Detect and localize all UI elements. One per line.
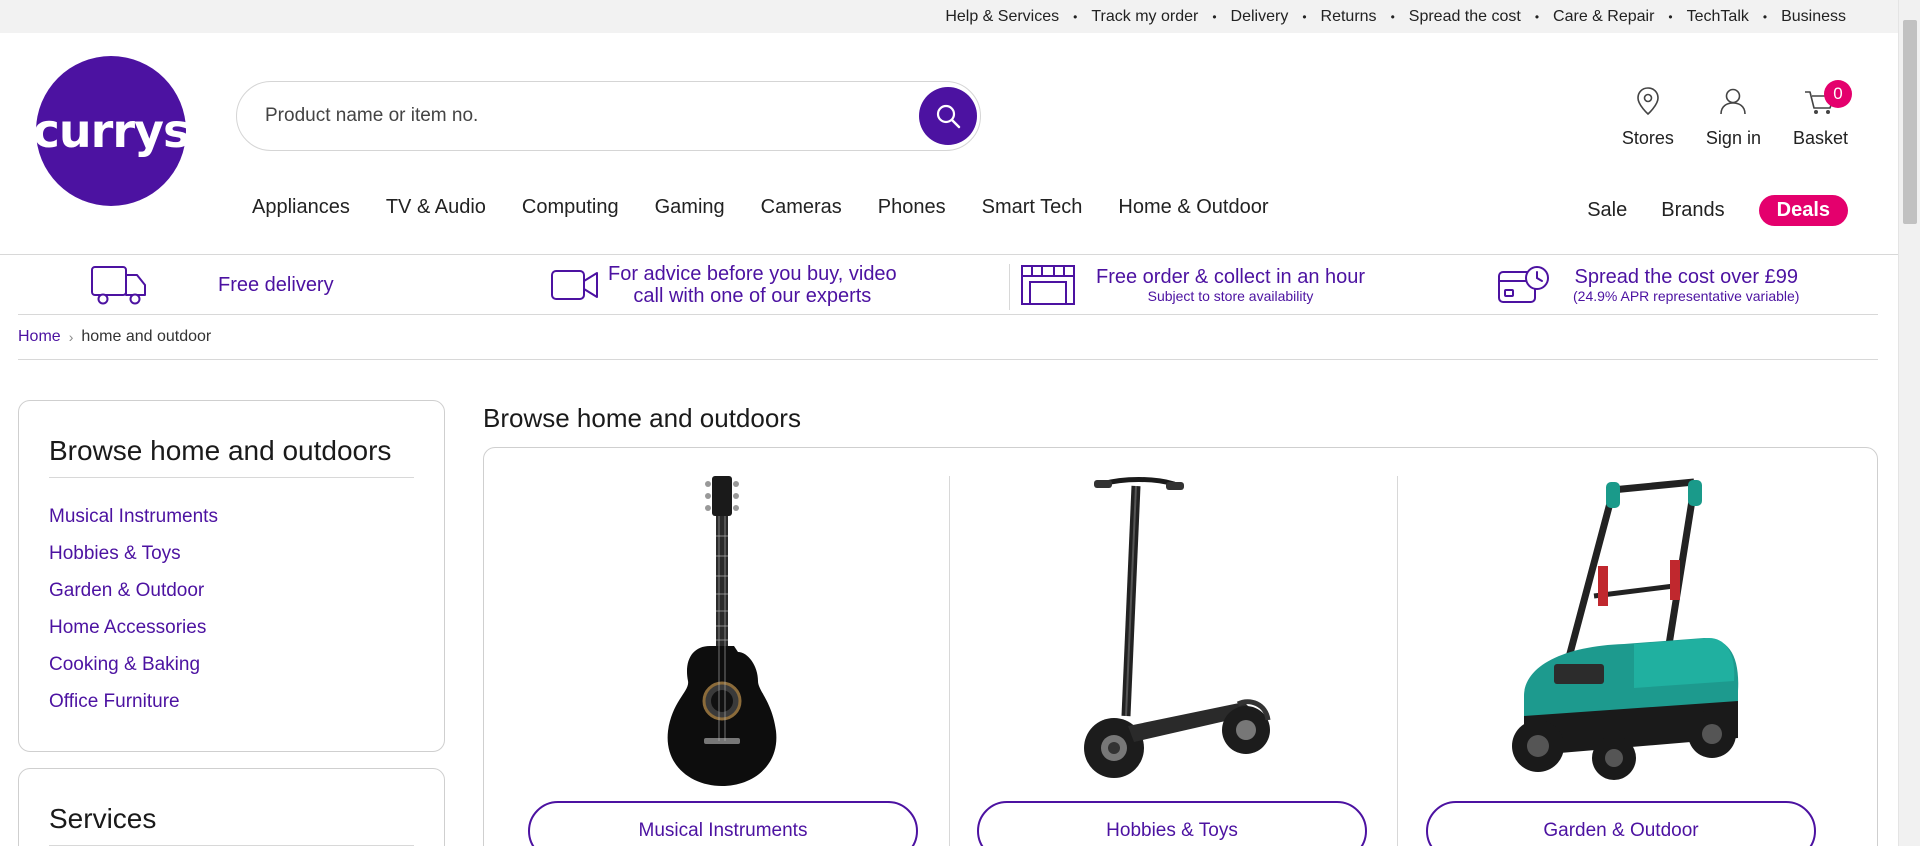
basket-button[interactable]: Basket 0 — [1792, 80, 1852, 149]
stores-label: Stores — [1621, 128, 1674, 148]
utility-link-spread-cost[interactable]: Spread the cost — [1377, 8, 1521, 26]
utility-link-care-repair[interactable]: Care & Repair — [1521, 8, 1654, 26]
sidebar-item-cooking-baking[interactable]: Cooking & Baking — [49, 646, 414, 683]
browse-sidebar: Browse home and outdoors Musical Instrum… — [18, 400, 445, 752]
category-button-hobbies-toys[interactable]: Hobbies & Toys — [977, 801, 1367, 846]
category-button-garden-outdoor[interactable]: Garden & Outdoor — [1426, 801, 1816, 846]
scrollbar-thumb[interactable] — [1903, 20, 1917, 224]
sidebar-item-home-accessories[interactable]: Home Accessories — [49, 609, 414, 646]
usp-collect-text: Free order & collect in an hour — [1096, 266, 1366, 288]
sidebar-list: Musical Instruments Hobbies & Toys Garde… — [49, 498, 414, 720]
utility-link-returns[interactable]: Returns — [1288, 8, 1377, 26]
search-icon — [936, 104, 961, 129]
breadcrumb-home[interactable]: Home — [18, 328, 61, 346]
right-nav: Sale Brands Deals — [1587, 195, 1848, 226]
utility-bar: Help & Services Track my order Delivery … — [0, 0, 1898, 33]
chevron-right-icon: › — [68, 329, 74, 345]
basket-label: Basket — [1792, 128, 1848, 148]
utility-link-delivery[interactable]: Delivery — [1198, 8, 1289, 26]
sign-in-button[interactable]: Sign in — [1706, 84, 1761, 149]
header-divider — [0, 254, 1898, 255]
usp-divider — [1009, 264, 1010, 310]
user-icon — [1720, 88, 1747, 115]
search-button[interactable] — [919, 87, 977, 145]
usp-order-collect[interactable]: Free order & collect in an hour Subject … — [1020, 256, 1365, 314]
category-grid: Musical Instruments Hobbies & Toys Garde… — [483, 447, 1878, 846]
category-divider — [1397, 476, 1398, 846]
nav-item-cameras[interactable]: Cameras — [761, 196, 842, 219]
search-bar — [236, 81, 981, 151]
usp-free-delivery[interactable]: Free delivery — [90, 256, 334, 314]
nav-item-appliances[interactable]: Appliances — [252, 196, 350, 219]
sign-in-label: Sign in — [1705, 128, 1761, 148]
usp-delivery-text: Free delivery — [218, 274, 334, 296]
utility-link-business[interactable]: Business — [1749, 8, 1846, 26]
sidebar-title: Browse home and outdoors — [49, 435, 414, 478]
services-title: Services — [49, 803, 414, 846]
delivery-truck-icon — [91, 266, 146, 305]
usp-advice-line1: For advice before you buy, video — [608, 263, 897, 285]
nav-item-gaming[interactable]: Gaming — [655, 196, 725, 219]
nav-item-phones[interactable]: Phones — [878, 196, 946, 219]
store-icon — [1021, 265, 1075, 305]
usp-advice-line2: call with one of our experts — [633, 285, 872, 307]
header-actions: Stores Sign in Basket 0 — [1622, 80, 1852, 149]
main-nav: Appliances TV & Audio Computing Gaming C… — [252, 196, 1269, 219]
sidebar-item-office-furniture[interactable]: Office Furniture — [49, 683, 414, 720]
category-button-musical-instruments[interactable]: Musical Instruments — [528, 801, 918, 846]
page-scrollbar[interactable] — [1898, 0, 1920, 846]
category-divider — [949, 476, 950, 846]
breadcrumb: Home › home and outdoor — [18, 328, 211, 346]
usp-divider-bottom — [18, 314, 1878, 315]
services-sidebar: Services — [18, 768, 445, 846]
nav-item-deals[interactable]: Deals — [1758, 195, 1848, 226]
payment-clock-icon — [1498, 266, 1549, 303]
usp-video-advice[interactable]: For advice before you buy, video call wi… — [550, 256, 897, 314]
lawn-mower-image[interactable] — [1494, 476, 1744, 788]
utility-links: Help & Services Track my order Delivery … — [945, 0, 1846, 33]
nav-item-home-outdoor[interactable]: Home & Outdoor — [1118, 196, 1268, 219]
nav-item-computing[interactable]: Computing — [522, 196, 619, 219]
basket-count-badge: 0 — [1824, 80, 1852, 108]
search-input[interactable] — [265, 98, 865, 134]
nav-item-brands[interactable]: Brands — [1661, 199, 1724, 222]
sidebar-item-musical-instruments[interactable]: Musical Instruments — [49, 498, 414, 535]
usp-spread-subtext: (24.9% APR representative variable) — [1573, 288, 1800, 304]
nav-item-smart-tech[interactable]: Smart Tech — [982, 196, 1083, 219]
usp-spread-text: Spread the cost over £99 — [1574, 266, 1798, 288]
logo-text: currys — [32, 104, 191, 158]
electric-scooter-image[interactable] — [1074, 476, 1274, 788]
currys-logo[interactable]: currys — [33, 56, 190, 206]
sidebar-item-hobbies-toys[interactable]: Hobbies & Toys — [49, 535, 414, 572]
usp-collect-subtext: Subject to store availability — [1147, 288, 1314, 304]
video-camera-icon — [551, 270, 598, 300]
sidebar-item-garden-outdoor[interactable]: Garden & Outdoor — [49, 572, 414, 609]
nav-item-sale[interactable]: Sale — [1587, 199, 1627, 222]
breadcrumb-current: home and outdoor — [81, 328, 212, 345]
breadcrumb-divider — [18, 359, 1878, 360]
page-title: Browse home and outdoors — [483, 403, 801, 433]
location-pin-icon — [1637, 87, 1659, 116]
utility-link-help[interactable]: Help & Services — [945, 8, 1059, 26]
usp-spread-cost[interactable]: Spread the cost over £99 (24.9% APR repr… — [1497, 256, 1799, 314]
stores-button[interactable]: Stores — [1622, 84, 1674, 149]
utility-link-techtalk[interactable]: TechTalk — [1654, 8, 1749, 26]
utility-link-track-order[interactable]: Track my order — [1059, 8, 1198, 26]
nav-item-tv-audio[interactable]: TV & Audio — [386, 196, 486, 219]
acoustic-guitar-image[interactable] — [662, 476, 782, 788]
